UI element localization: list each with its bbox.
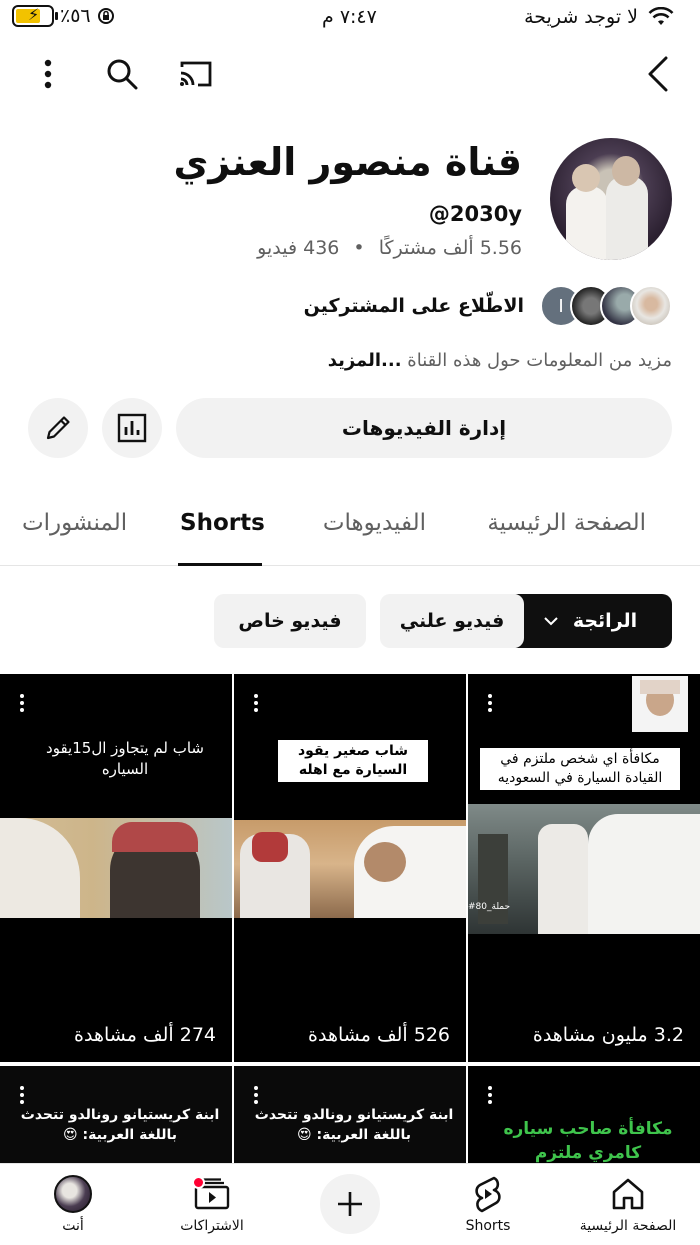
more-options-icon[interactable]	[28, 54, 68, 94]
short-menu-icon[interactable]	[254, 1086, 260, 1107]
short-menu-icon[interactable]	[20, 694, 26, 715]
home-icon	[612, 1178, 644, 1210]
thumbnail-watermark: #حملة_80	[468, 902, 511, 912]
channel-avatar[interactable]	[550, 138, 672, 260]
rotation-lock-icon	[97, 8, 114, 24]
nav-shorts-label: Shorts	[465, 1218, 511, 1234]
active-tab-indicator	[178, 563, 262, 566]
stats-separator: •	[353, 237, 365, 259]
create-button[interactable]	[320, 1174, 380, 1234]
public-videos-chip[interactable]: فيديو علني	[380, 594, 524, 648]
notification-dot	[192, 1176, 205, 1189]
channel-tabs: الصفحة الرئيسية الفيديوهات Shorts المنشو…	[0, 494, 700, 566]
tab-shorts[interactable]: Shorts	[180, 510, 265, 536]
tab-home[interactable]: الصفحة الرئيسية	[487, 510, 646, 536]
status-right: لا توجد شريحة	[524, 6, 674, 28]
nav-home[interactable]: الصفحة الرئيسية	[568, 1174, 688, 1234]
short-views: 3.2 مليون مشاهدة	[532, 1024, 684, 1046]
short-caption: مكافأة اي شخص ملتزم في القيادة السيارة ف…	[480, 748, 680, 790]
short-caption: شاب لم يتجاوز ال15يقود السياره	[46, 739, 204, 778]
short-thumbnail	[0, 818, 232, 918]
cast-icon[interactable]	[176, 54, 216, 94]
short-caption: ابنة كريستيانو رونالدو تتحدث باللغة العر…	[20, 1107, 220, 1143]
short-tile[interactable]: شاب صغير يقود السيارة مع اهله 526 ألف مش…	[234, 674, 466, 1062]
avatar	[54, 1175, 92, 1213]
short-views: 274 ألف مشاهدة	[74, 1024, 216, 1046]
nav-shorts[interactable]: Shorts	[428, 1174, 548, 1234]
channel-about-link[interactable]: مزيد من المعلومات حول هذه القناة ...المز…	[328, 350, 672, 371]
sort-dropdown-chip[interactable]: الرائجة	[508, 594, 672, 648]
sort-label: الرائجة	[572, 610, 638, 632]
short-tile[interactable]: ابنة كريستيانو رونالدو تتحدث باللغة العر…	[234, 1066, 466, 1164]
short-menu-icon[interactable]	[488, 1086, 494, 1107]
carrier-label: لا توجد شريحة	[524, 6, 638, 28]
private-videos-chip[interactable]: فيديو خاص	[214, 594, 366, 648]
short-thumbnail: #حملة_80	[468, 804, 700, 934]
more-label: ...المزيد	[327, 350, 402, 371]
short-views: 526 ألف مشاهدة	[308, 1024, 450, 1046]
short-menu-icon[interactable]	[488, 694, 494, 715]
battery-percent: ٪٥٦	[60, 5, 91, 27]
tab-videos[interactable]: الفيديوهات	[323, 510, 426, 536]
short-menu-icon[interactable]	[20, 1086, 26, 1107]
manage-videos-button[interactable]: إدارة الفيديوهات	[176, 398, 672, 458]
short-caption: مكافأة صاحب سياره كامري ملتزم	[503, 1119, 673, 1163]
nav-subscriptions-label: الاشتراكات	[180, 1218, 244, 1234]
short-caption: شاب صغير يقود السيارة مع اهله	[278, 740, 428, 782]
subscriber-avatars: I	[540, 285, 672, 327]
short-menu-icon[interactable]	[254, 694, 260, 715]
analytics-button[interactable]	[102, 398, 162, 458]
edit-channel-button[interactable]	[28, 398, 88, 458]
chevron-down-icon	[544, 617, 558, 626]
view-subscribers-row[interactable]: I الاطّلاع على المشتركين	[304, 284, 672, 328]
video-count: 436 فيديو	[257, 237, 340, 259]
pencil-icon	[46, 416, 70, 440]
subscriber-avatar	[630, 285, 672, 327]
channel-handle: @2030y	[428, 202, 522, 226]
bottom-navigation: الصفحة الرئيسية Shorts الاشتراكات أنت	[0, 1163, 700, 1245]
tab-posts[interactable]: المنشورات	[22, 510, 127, 536]
short-thumbnail	[234, 820, 466, 918]
status-bar: لا توجد شريحة ٧:٤٧ م ⚡ ٪٥٦	[0, 0, 700, 36]
short-tile[interactable]: ابنة كريستيانو رونالدو تتحدث باللغة العر…	[0, 1066, 232, 1164]
battery-icon: ⚡	[12, 5, 58, 27]
back-arrow-icon[interactable]	[638, 54, 678, 94]
channel-name: قناة منصور العنزي	[173, 140, 522, 184]
short-caption: ابنة كريستيانو رونالدو تتحدث باللغة العر…	[254, 1107, 454, 1143]
top-bar	[0, 44, 700, 100]
view-subscribers-label: الاطّلاع على المشتركين	[303, 295, 524, 317]
plus-icon	[338, 1192, 362, 1216]
thumbnail-inset-photo	[632, 676, 688, 732]
shorts-icon	[475, 1176, 501, 1213]
nav-you-label: أنت	[62, 1218, 84, 1234]
shorts-grid: مكافأة اي شخص ملتزم في القيادة السيارة ف…	[0, 674, 700, 1164]
short-tile[interactable]: مكافأة صاحب سياره كامري ملتزم	[468, 1066, 700, 1164]
status-time: ٧:٤٧ م	[322, 6, 377, 28]
short-tile[interactable]: مكافأة اي شخص ملتزم في القيادة السيارة ف…	[468, 674, 700, 1062]
more-info-text: مزيد من المعلومات حول هذه القناة	[407, 350, 672, 371]
filter-chips: الرائجة فيديو علني فيديو خاص	[0, 594, 700, 648]
nav-you[interactable]: أنت	[13, 1174, 133, 1234]
short-tile[interactable]: شاب لم يتجاوز ال15يقود السياره 274 ألف م…	[0, 674, 232, 1062]
channel-stats: 5.56 ألف مشتركًا • 436 فيديو	[257, 237, 522, 259]
search-icon[interactable]	[102, 54, 142, 94]
nav-subscriptions[interactable]: الاشتراكات	[152, 1174, 272, 1234]
status-left: ⚡ ٪٥٦	[12, 5, 115, 27]
subscriber-count: 5.56 ألف مشتركًا	[378, 237, 522, 259]
analytics-icon	[117, 413, 147, 443]
nav-home-label: الصفحة الرئيسية	[579, 1218, 677, 1234]
wifi-icon	[648, 7, 674, 25]
